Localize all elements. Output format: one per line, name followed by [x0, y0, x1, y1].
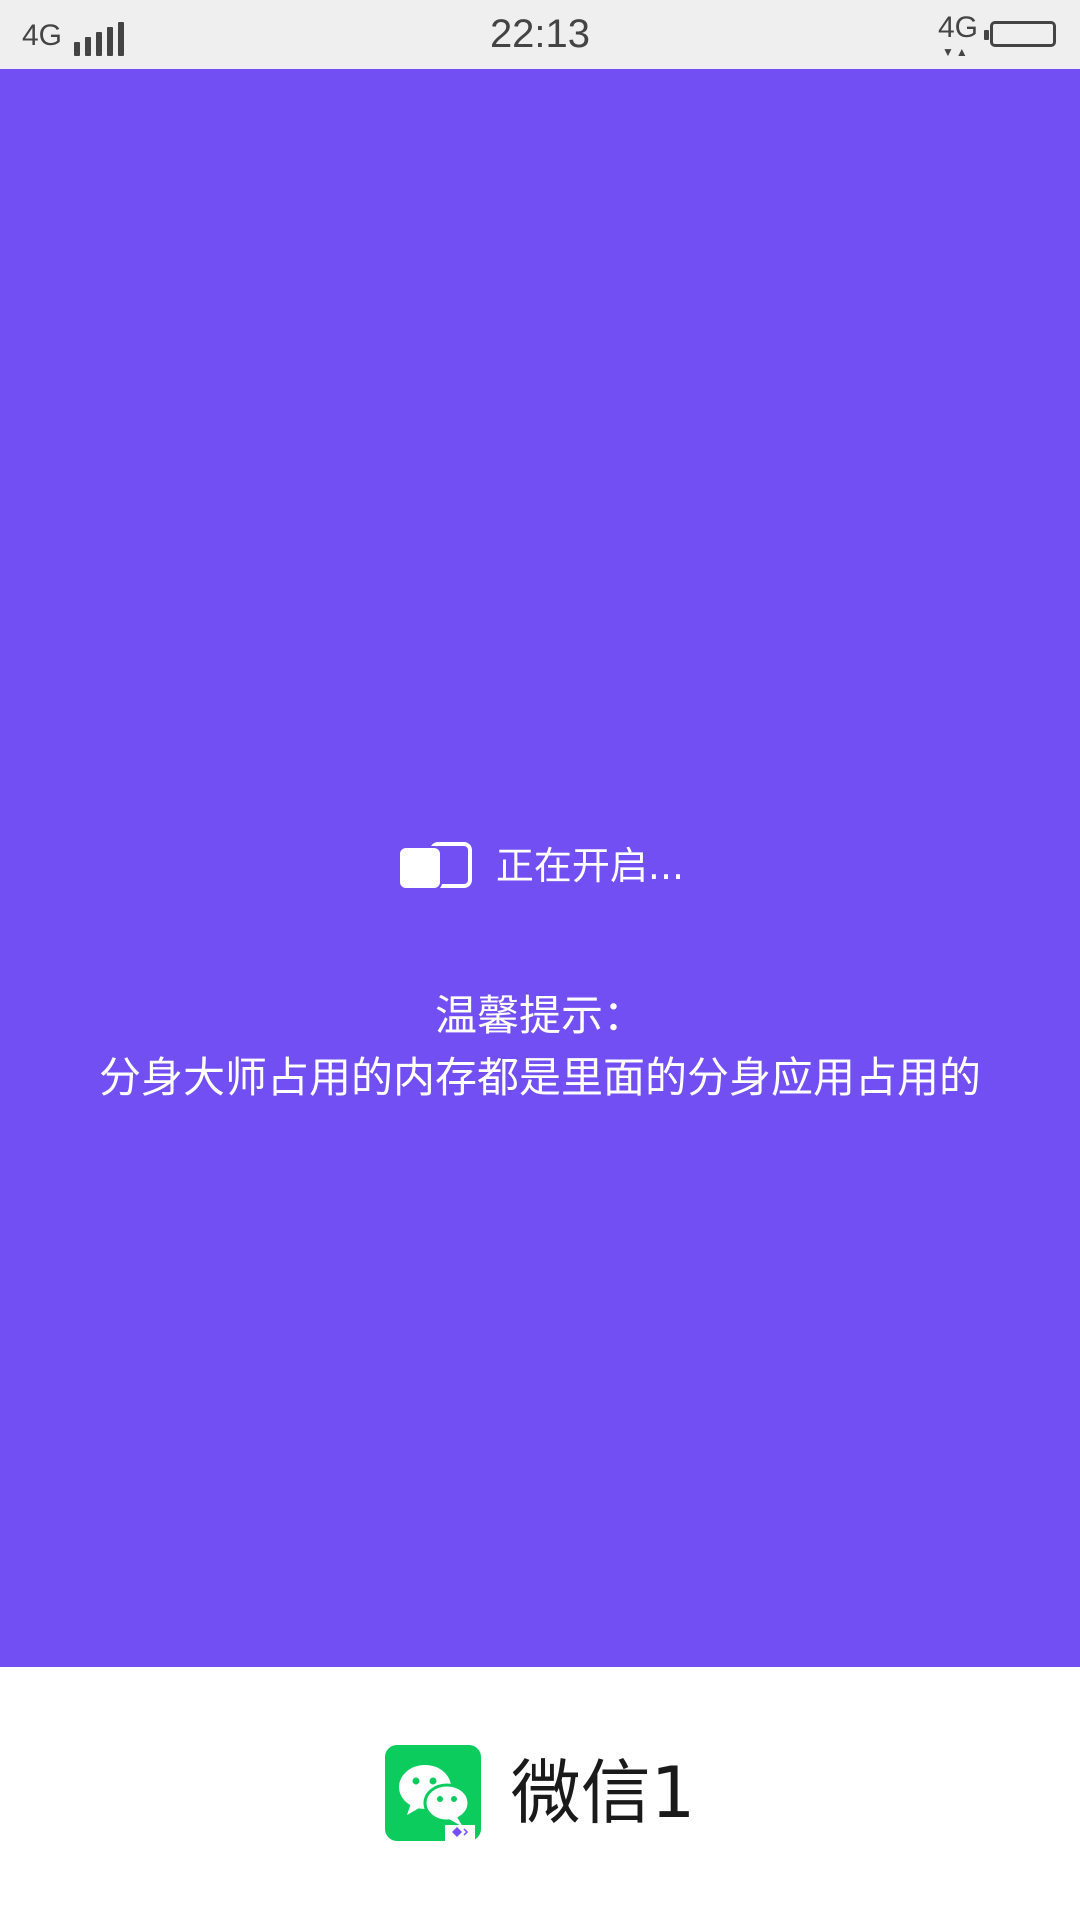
tip-title: 温馨提示： [434, 991, 645, 1040]
battery-full-icon [984, 21, 1056, 47]
data-activity-arrows-icon: ▼▲ [941, 45, 970, 59]
launch-splash: 正在开启... 温馨提示： 分身大师占用的内存都是里面的分身应用占用的 [0, 69, 1080, 1667]
app-name: 微信1 [510, 1752, 696, 1834]
tip-body: 分身大师占用的内存都是里面的分身应用占用的 [98, 1053, 981, 1102]
data-network-indicator: 4G ▼▲ [937, 11, 978, 59]
app-label: 微信1 [0, 1745, 1080, 1841]
tip-message: 温馨提示： 分身大师占用的内存都是里面的分身应用占用的 [80, 985, 1000, 1109]
data-network-label: 4G [937, 11, 978, 44]
dual-window-icon [397, 842, 472, 890]
status-bar-right: 4G ▼▲ [937, 11, 1056, 59]
screen: 4G 22:13 4G ▼▲ 正在开启... 温馨提示： 分身大师占用的内存都是… [0, 0, 1080, 1920]
wechat-icon [384, 1745, 481, 1841]
loading-text: 正在开启... [495, 844, 685, 888]
clock: 22:13 [489, 12, 591, 56]
status-bar: 4G 22:13 4G ▼▲ [0, 0, 1080, 69]
loading-indicator: 正在开启... [0, 841, 1080, 891]
